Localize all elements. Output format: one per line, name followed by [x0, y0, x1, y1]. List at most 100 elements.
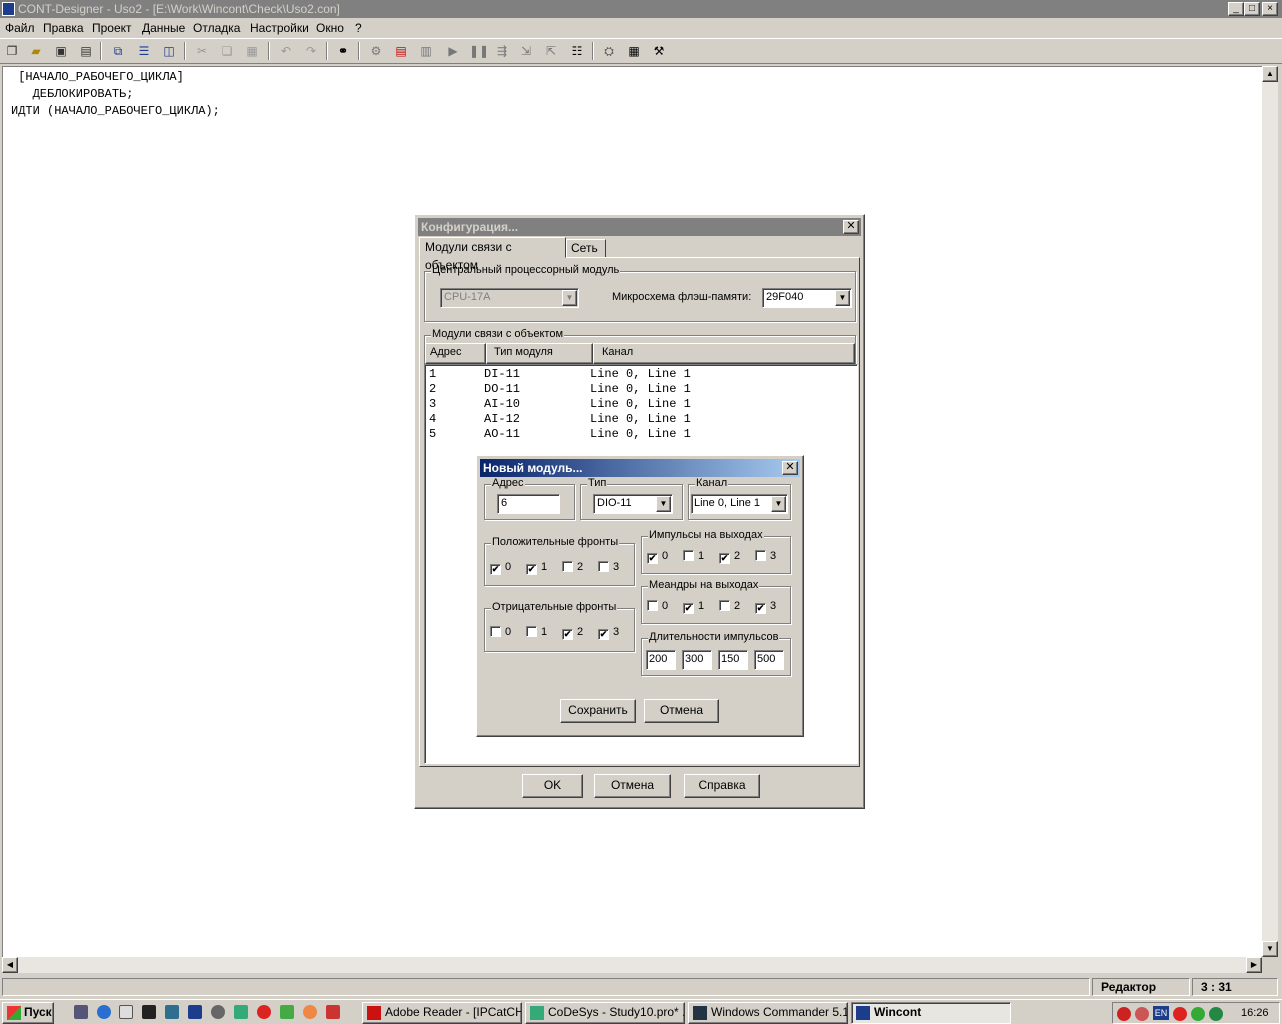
menu-edit[interactable]: Правка — [43, 21, 84, 35]
table-row[interactable]: 4 AI-12 Line 0, Line 1 — [429, 412, 691, 427]
check-icon[interactable]: ✔ — [490, 564, 501, 575]
check-icon[interactable] — [490, 626, 501, 637]
duration-input[interactable]: 150 — [718, 650, 748, 670]
chevron-down-icon[interactable]: ▼ — [835, 290, 850, 306]
cancel-button[interactable]: Отмена — [644, 699, 719, 723]
scroll-left-icon[interactable]: ◀ — [2, 957, 18, 973]
vertical-scrollbar[interactable]: ▲ ▼ — [1262, 66, 1278, 957]
start-button[interactable]: Пуск — [2, 1002, 54, 1024]
check-icon[interactable] — [683, 550, 694, 561]
paste-icon[interactable]: ▦ — [244, 43, 260, 59]
neg-front-checkbox[interactable]: ✔ 3 — [598, 626, 619, 640]
menu-debug[interactable]: Отладка — [193, 21, 240, 35]
neg-front-checkbox[interactable]: ✔ 2 — [562, 626, 583, 640]
tab-network[interactable]: Сеть — [566, 239, 606, 258]
close-button[interactable]: × — [1262, 2, 1278, 16]
opera-icon[interactable] — [257, 1005, 271, 1019]
maximize-button[interactable]: □ — [1244, 2, 1260, 16]
opera-tray-icon[interactable] — [1173, 1007, 1187, 1021]
media-player-icon[interactable] — [326, 1005, 340, 1019]
column-header-channel[interactable]: Канал — [593, 343, 855, 364]
configuration-icon[interactable]: ⛭ — [601, 43, 617, 59]
show-desktop-icon[interactable] — [74, 1005, 88, 1019]
run-icon[interactable]: ▶ — [445, 43, 461, 59]
language-indicator[interactable]: EN — [1153, 1006, 1169, 1020]
task-wincont[interactable]: Wincont — [851, 1002, 1011, 1024]
tile-horizontal-icon[interactable]: ☰ — [136, 43, 152, 59]
scroll-up-icon[interactable]: ▲ — [1262, 66, 1278, 82]
channel-select[interactable]: Line 0, Line 1 ▼ — [691, 494, 788, 514]
table-row[interactable]: 3 AI-10 Line 0, Line 1 — [429, 397, 691, 412]
duration-input[interactable]: 300 — [682, 650, 712, 670]
horizontal-scrollbar[interactable]: ◀ ▶ — [2, 957, 1262, 973]
cancel-button[interactable]: Отмена — [594, 774, 671, 798]
check-icon[interactable]: ✔ — [755, 603, 766, 614]
impulse-checkbox[interactable]: ✔ 0 — [647, 550, 668, 564]
meander-checkbox[interactable]: ✔ 3 — [755, 600, 776, 614]
step-into-icon[interactable]: ⇲ — [518, 43, 534, 59]
check-icon[interactable]: ✔ — [647, 553, 658, 564]
neg-front-checkbox[interactable]: 0 — [490, 626, 511, 639]
save-button[interactable]: Сохранить — [560, 699, 636, 723]
menu-help[interactable]: ? — [355, 21, 362, 35]
floppy-icon[interactable] — [142, 1005, 156, 1019]
gear-icon[interactable] — [211, 1005, 225, 1019]
check-icon[interactable] — [598, 561, 609, 572]
check-icon[interactable] — [719, 600, 730, 611]
column-header-address[interactable]: Адрес — [425, 343, 486, 364]
flash-select[interactable]: 29F040 ▼ — [762, 288, 852, 308]
close-icon[interactable]: ✕ — [782, 461, 798, 475]
codesys-icon[interactable] — [280, 1005, 294, 1019]
step-icon[interactable]: ⇶ — [494, 43, 510, 59]
pos-front-checkbox[interactable]: 2 — [562, 561, 583, 574]
pos-front-checkbox[interactable]: 3 — [598, 561, 619, 574]
download-icon[interactable]: ▤ — [393, 43, 409, 59]
check-icon[interactable] — [526, 626, 537, 637]
open-folder-icon[interactable]: ▰ — [28, 43, 44, 59]
tab-modules[interactable]: Модули связи с объектом — [419, 237, 566, 272]
check-icon[interactable] — [647, 600, 658, 611]
pause-icon[interactable]: ❚❚ — [469, 43, 489, 59]
check-icon[interactable] — [562, 561, 573, 572]
save-icon[interactable]: ▣ — [53, 43, 69, 59]
redo-icon[interactable]: ↷ — [303, 43, 319, 59]
task-windows-commander[interactable]: Windows Commander 5.1... — [688, 1002, 848, 1024]
address-input[interactable]: 6 — [497, 494, 560, 514]
table-row[interactable]: 1 DI-11 Line 0, Line 1 — [429, 367, 691, 382]
tile-vertical-icon[interactable]: ◫ — [161, 43, 177, 59]
cascade-windows-icon[interactable]: ⧉ — [110, 43, 126, 59]
check-icon[interactable]: ✔ — [598, 629, 609, 640]
notepad-icon[interactable] — [119, 1005, 133, 1019]
impulse-checkbox[interactable]: 1 — [683, 550, 704, 563]
chevron-down-icon[interactable]: ▼ — [656, 496, 671, 512]
impulse-checkbox[interactable]: 3 — [755, 550, 776, 563]
help-button[interactable]: Справка — [684, 774, 760, 798]
check-icon[interactable]: ✔ — [526, 564, 537, 575]
menu-window[interactable]: Окно — [316, 21, 344, 35]
meander-checkbox[interactable]: 0 — [647, 600, 668, 613]
meander-checkbox[interactable]: ✔ 1 — [683, 600, 704, 614]
reader-tray-icon[interactable] — [1135, 1007, 1149, 1021]
step-out-icon[interactable]: ⇱ — [543, 43, 559, 59]
hammer-icon[interactable]: ⚒ — [651, 43, 667, 59]
terminal-icon[interactable] — [165, 1005, 179, 1019]
minimize-button[interactable]: _ — [1228, 2, 1244, 16]
impulse-checkbox[interactable]: ✔ 2 — [719, 550, 740, 564]
table-row[interactable]: 2 DO-11 Line 0, Line 1 — [429, 382, 691, 397]
cut-icon[interactable]: ✂ — [194, 43, 210, 59]
task-codesys[interactable]: CoDeSys - Study10.pro* ... — [525, 1002, 685, 1024]
check-icon[interactable] — [755, 550, 766, 561]
save-all-icon[interactable]: ▤ — [78, 43, 94, 59]
internet-explorer-icon[interactable] — [97, 1005, 111, 1019]
scroll-right-icon[interactable]: ▶ — [1246, 957, 1262, 973]
check-icon[interactable]: ✔ — [562, 629, 573, 640]
menu-data[interactable]: Данные — [142, 21, 185, 35]
duration-input[interactable]: 500 — [754, 650, 784, 670]
ok-button[interactable]: OK — [522, 774, 583, 798]
duration-input[interactable]: 200 — [646, 650, 676, 670]
neg-front-checkbox[interactable]: 1 — [526, 626, 547, 639]
task-adobe-reader[interactable]: Adobe Reader - [IPCatCH... — [362, 1002, 522, 1024]
undo-icon[interactable]: ↶ — [278, 43, 294, 59]
mail-icon[interactable] — [303, 1005, 317, 1019]
menu-file[interactable]: Файл — [5, 21, 35, 35]
